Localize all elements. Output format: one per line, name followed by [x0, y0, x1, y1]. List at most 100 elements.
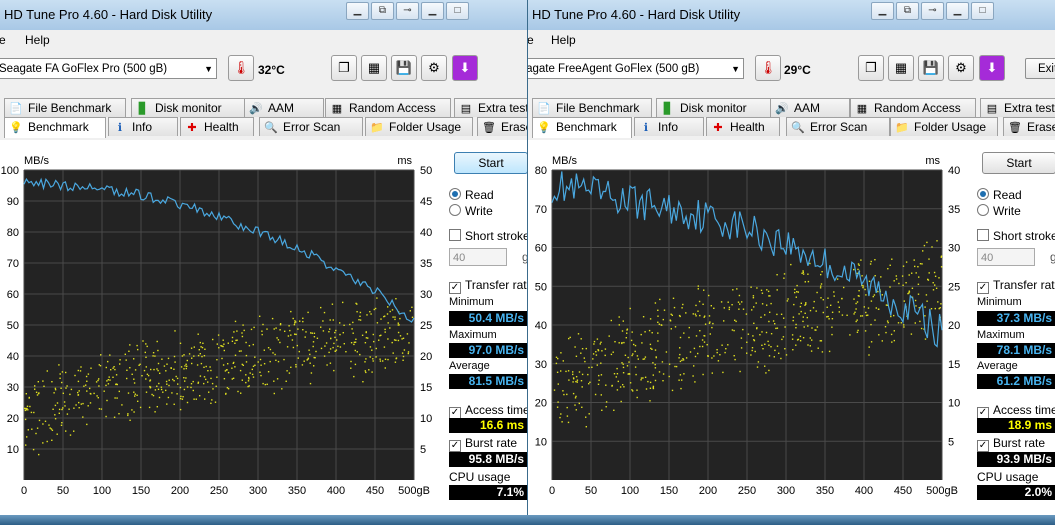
- access-time-point: [329, 348, 332, 350]
- access-time-checkbox[interactable]: ✓ Access time: [449, 403, 527, 419]
- access-time-point: [830, 304, 832, 306]
- transfer-rate-checkbox[interactable]: ✓ Transfer rate: [449, 278, 527, 294]
- access-time-point: [697, 285, 699, 287]
- tab-aam[interactable]: 🔊 AAM: [770, 98, 850, 117]
- trash-icon: 🗑: [482, 122, 496, 134]
- tab-benchmark[interactable]: 💡 Benchmark: [532, 117, 632, 138]
- tab-random-access[interactable]: ▦ Random Access: [325, 98, 451, 117]
- short-stroke-unit: gB: [1050, 250, 1055, 264]
- drive-select[interactable]: Seagate FA GoFlex Pro (500 gB) ▼: [0, 58, 217, 79]
- pin-icon[interactable]: ⊸: [396, 2, 419, 20]
- drive-select[interactable]: Seagate FreeAgent GoFlex (500 gB) ▼: [528, 58, 744, 79]
- access-time-point: [756, 366, 759, 368]
- menu-help[interactable]: Help: [25, 33, 50, 47]
- access-time-point: [297, 328, 299, 330]
- tab-file-benchmark[interactable]: 📄 File Benchmark: [532, 98, 652, 117]
- access-time-point: [659, 298, 661, 301]
- options-button[interactable]: ⚙: [948, 55, 974, 81]
- start-button[interactable]: Start: [454, 152, 527, 174]
- access-time-point: [566, 406, 568, 409]
- options-button[interactable]: ⚙: [421, 55, 447, 81]
- restore-icon[interactable]: ⧉: [896, 2, 919, 20]
- access-time-point: [806, 316, 808, 319]
- short-stroke-checkbox[interactable]: Short stroke: [977, 229, 1055, 243]
- title-bar[interactable]: HD Tune Pro 4.60 - Hard Disk Utility ▁ ⧉…: [528, 0, 1055, 30]
- maximize-button[interactable]: □: [446, 2, 469, 20]
- tab-error-scan[interactable]: 🔍 Error Scan: [786, 117, 890, 136]
- tab-erase[interactable]: 🗑Erase: [1003, 117, 1055, 136]
- cpu-usage-value: 7.1%: [449, 485, 527, 500]
- title-bar[interactable]: HD Tune Pro 4.60 - Hard Disk Utility ▁ ⧉…: [0, 0, 527, 30]
- access-time-point: [697, 352, 699, 355]
- access-time-point: [652, 362, 654, 364]
- write-radio[interactable]: Write: [977, 204, 1021, 218]
- access-time-point: [927, 279, 930, 281]
- y2-tick-label: 30: [420, 289, 432, 301]
- tab-random-access[interactable]: ▦ Random Access: [850, 98, 976, 117]
- menu-file[interactable]: e: [528, 33, 534, 47]
- tab-erase[interactable]: 🗑Erase: [477, 117, 527, 136]
- save-button[interactable]: 💾: [391, 55, 417, 81]
- toolbar: Seagate FA GoFlex Pro (500 gB) ▼ 🌡 32°C …: [0, 52, 527, 86]
- tab-file-benchmark[interactable]: 📄 File Benchmark: [4, 98, 126, 117]
- tab-disk-monitor[interactable]: ▊ Disk monitor: [131, 98, 247, 117]
- access-time-point: [846, 314, 848, 316]
- tab-health[interactable]: ✚ Health: [180, 117, 254, 136]
- tab-folder-usage[interactable]: 📁 Folder Usage: [890, 117, 998, 136]
- minimize-button[interactable]: ▁: [946, 2, 969, 20]
- read-radio[interactable]: Read: [977, 188, 1022, 202]
- minimize-icon[interactable]: ▁: [346, 2, 369, 20]
- access-time-point: [289, 329, 291, 332]
- copy-screenshot-button[interactable]: ▦: [888, 55, 914, 81]
- tab-extra-tests[interactable]: ▤Extra tests: [454, 98, 527, 117]
- access-time-checkbox[interactable]: ✓ Access time: [977, 403, 1055, 419]
- copy-info-button[interactable]: ❐: [858, 55, 884, 81]
- menu-file[interactable]: e: [0, 33, 6, 47]
- short-stroke-input[interactable]: 40: [977, 248, 1035, 266]
- start-button[interactable]: Start: [982, 152, 1055, 174]
- transfer-rate-checkbox[interactable]: ✓ Transfer rate: [977, 278, 1055, 294]
- access-time-point: [914, 322, 916, 324]
- copy-info-button[interactable]: ❐: [331, 55, 357, 81]
- tab-benchmark[interactable]: 💡 Benchmark: [4, 117, 106, 138]
- tab-info[interactable]: ℹ Info: [634, 117, 704, 136]
- access-time-point: [751, 309, 753, 311]
- tab-health[interactable]: ✚ Health: [706, 117, 780, 136]
- exit-button[interactable]: ⬇: [452, 55, 478, 81]
- access-time-point: [794, 291, 796, 294]
- tab-error-scan[interactable]: 🔍 Error Scan: [259, 117, 363, 136]
- tab-info[interactable]: ℹ Info: [108, 117, 178, 136]
- access-time-point: [819, 287, 822, 289]
- access-time-point: [145, 366, 147, 368]
- restore-icon[interactable]: ⧉: [371, 2, 394, 20]
- access-time-point: [156, 368, 158, 370]
- tab-folder-usage[interactable]: 📁 Folder Usage: [365, 117, 473, 136]
- access-time-point: [186, 365, 188, 367]
- access-time-point: [742, 308, 745, 310]
- maximize-button[interactable]: □: [971, 2, 994, 20]
- write-radio[interactable]: Write: [449, 204, 493, 218]
- short-stroke-input[interactable]: 40: [449, 248, 507, 266]
- burst-rate-checkbox[interactable]: ✓ Burst rate: [977, 436, 1045, 452]
- access-time-point: [175, 375, 177, 378]
- access-time-point: [295, 366, 297, 368]
- access-time-point: [408, 342, 410, 344]
- benchmark-icon: 💡: [9, 122, 23, 134]
- access-time-point: [719, 354, 721, 356]
- minimize-icon[interactable]: ▁: [871, 2, 894, 20]
- burst-rate-checkbox[interactable]: ✓ Burst rate: [449, 436, 517, 452]
- read-radio[interactable]: Read: [449, 188, 494, 202]
- exit-text-button[interactable]: Exit: [1025, 58, 1055, 79]
- access-time-point: [80, 403, 82, 405]
- short-stroke-checkbox[interactable]: Short stroke: [449, 229, 527, 243]
- x-tick-label: 0: [549, 485, 555, 497]
- copy-screenshot-button[interactable]: ▦: [361, 55, 387, 81]
- minimize-button[interactable]: ▁: [421, 2, 444, 20]
- save-button[interactable]: 💾: [918, 55, 944, 81]
- exit-button[interactable]: ⬇: [979, 55, 1005, 81]
- tab-aam[interactable]: 🔊 AAM: [244, 98, 324, 117]
- tab-disk-monitor[interactable]: ▊ Disk monitor: [656, 98, 772, 117]
- tab-extra-tests[interactable]: ▤Extra tests: [980, 98, 1055, 117]
- menu-help[interactable]: Help: [551, 33, 576, 47]
- pin-icon[interactable]: ⊸: [921, 2, 944, 20]
